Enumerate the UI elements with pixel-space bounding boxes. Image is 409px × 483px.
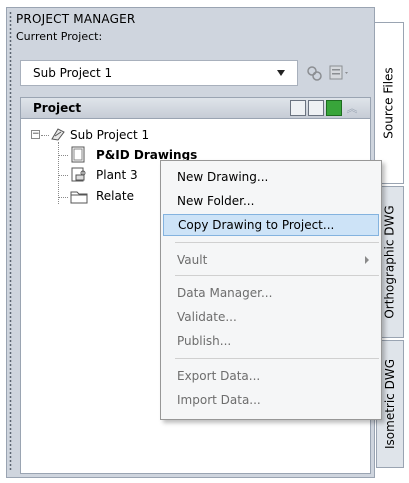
tree-item-related-files-label: Relate: [96, 189, 134, 203]
project-panel-tools: ︽: [290, 99, 360, 117]
tree-item-root-label: Sub Project 1: [70, 128, 150, 142]
tree-connector: [58, 155, 68, 156]
menu-item-vault[interactable]: Vault: [163, 249, 379, 271]
menu-item-new-drawing[interactable]: New Drawing...: [163, 166, 379, 188]
project-panel-title: Project: [33, 101, 82, 115]
menu-separator: [175, 358, 379, 359]
menu-item-import-data[interactable]: Import Data...: [163, 389, 379, 411]
menu-item-validate-label: Validate...: [177, 310, 237, 324]
copy-icon[interactable]: [308, 100, 324, 116]
tree-connector: [41, 135, 49, 136]
context-menu: New Drawing... New Folder... Copy Drawin…: [160, 160, 382, 420]
refresh-icon[interactable]: [326, 100, 342, 116]
menu-separator: [175, 275, 379, 276]
tree-item-root[interactable]: Sub Project 1: [70, 126, 149, 144]
tree-connector-vertical: [58, 142, 59, 204]
menu-item-publish-label: Publish...: [177, 334, 232, 348]
current-project-label: Current Project:: [16, 29, 103, 43]
project-options-icon[interactable]: [329, 64, 351, 82]
menu-item-data-manager-label: Data Manager...: [177, 286, 273, 300]
tree-item-plant3d[interactable]: Plant 3: [96, 166, 138, 184]
dropdown-arrow-icon[interactable]: [277, 70, 285, 76]
menu-item-import-data-label: Import Data...: [177, 393, 261, 407]
current-project-value: Sub Project 1: [33, 66, 113, 80]
palette-title-text: PROJECT MANAGER: [16, 12, 136, 26]
menu-item-export-data[interactable]: Export Data...: [163, 365, 379, 387]
menu-separator: [175, 242, 379, 243]
project-root-icon: [51, 128, 65, 141]
new-folder-icon[interactable]: [290, 100, 306, 116]
menu-item-new-folder-label: New Folder...: [177, 194, 255, 208]
project-toolbar: [303, 56, 367, 90]
menu-item-vault-label: Vault: [177, 253, 208, 267]
tree-connector: [58, 197, 68, 198]
menu-item-new-drawing-label: New Drawing...: [177, 170, 269, 184]
menu-item-copy-drawing-label: Copy Drawing to Project...: [178, 218, 335, 232]
submenu-arrow-icon: [365, 256, 369, 264]
tree-connector: [58, 175, 68, 176]
menu-item-copy-drawing-to-project[interactable]: Copy Drawing to Project...: [163, 214, 379, 236]
menu-item-data-manager[interactable]: Data Manager...: [163, 282, 379, 304]
folder-icon: [70, 191, 88, 204]
menu-item-publish[interactable]: Publish...: [163, 330, 379, 352]
pid-drawings-icon: [71, 146, 85, 163]
menu-item-export-data-label: Export Data...: [177, 369, 261, 383]
tree-collapse-toggle[interactable]: −: [31, 130, 40, 139]
collapse-chevron-icon[interactable]: ︽: [344, 100, 360, 116]
menu-item-validate[interactable]: Validate...: [163, 306, 379, 328]
project-setup-icon[interactable]: [305, 64, 323, 82]
menu-item-new-folder[interactable]: New Folder...: [163, 190, 379, 212]
plant3d-icon: [71, 167, 86, 182]
tree-item-plant3d-label: Plant 3: [96, 168, 138, 182]
tab-source-files-label: Source Files: [382, 67, 396, 139]
tab-isometric-dwg-label: Isometric DWG: [383, 359, 397, 449]
tree-item-related-files[interactable]: Relate: [96, 187, 134, 205]
tab-orthographic-dwg-label: Orthographic DWG: [383, 205, 397, 319]
palette-title: PROJECT MANAGER: [16, 10, 368, 28]
current-project-dropdown[interactable]: Sub Project 1: [20, 60, 298, 86]
palette-drag-grip[interactable]: [9, 11, 12, 471]
